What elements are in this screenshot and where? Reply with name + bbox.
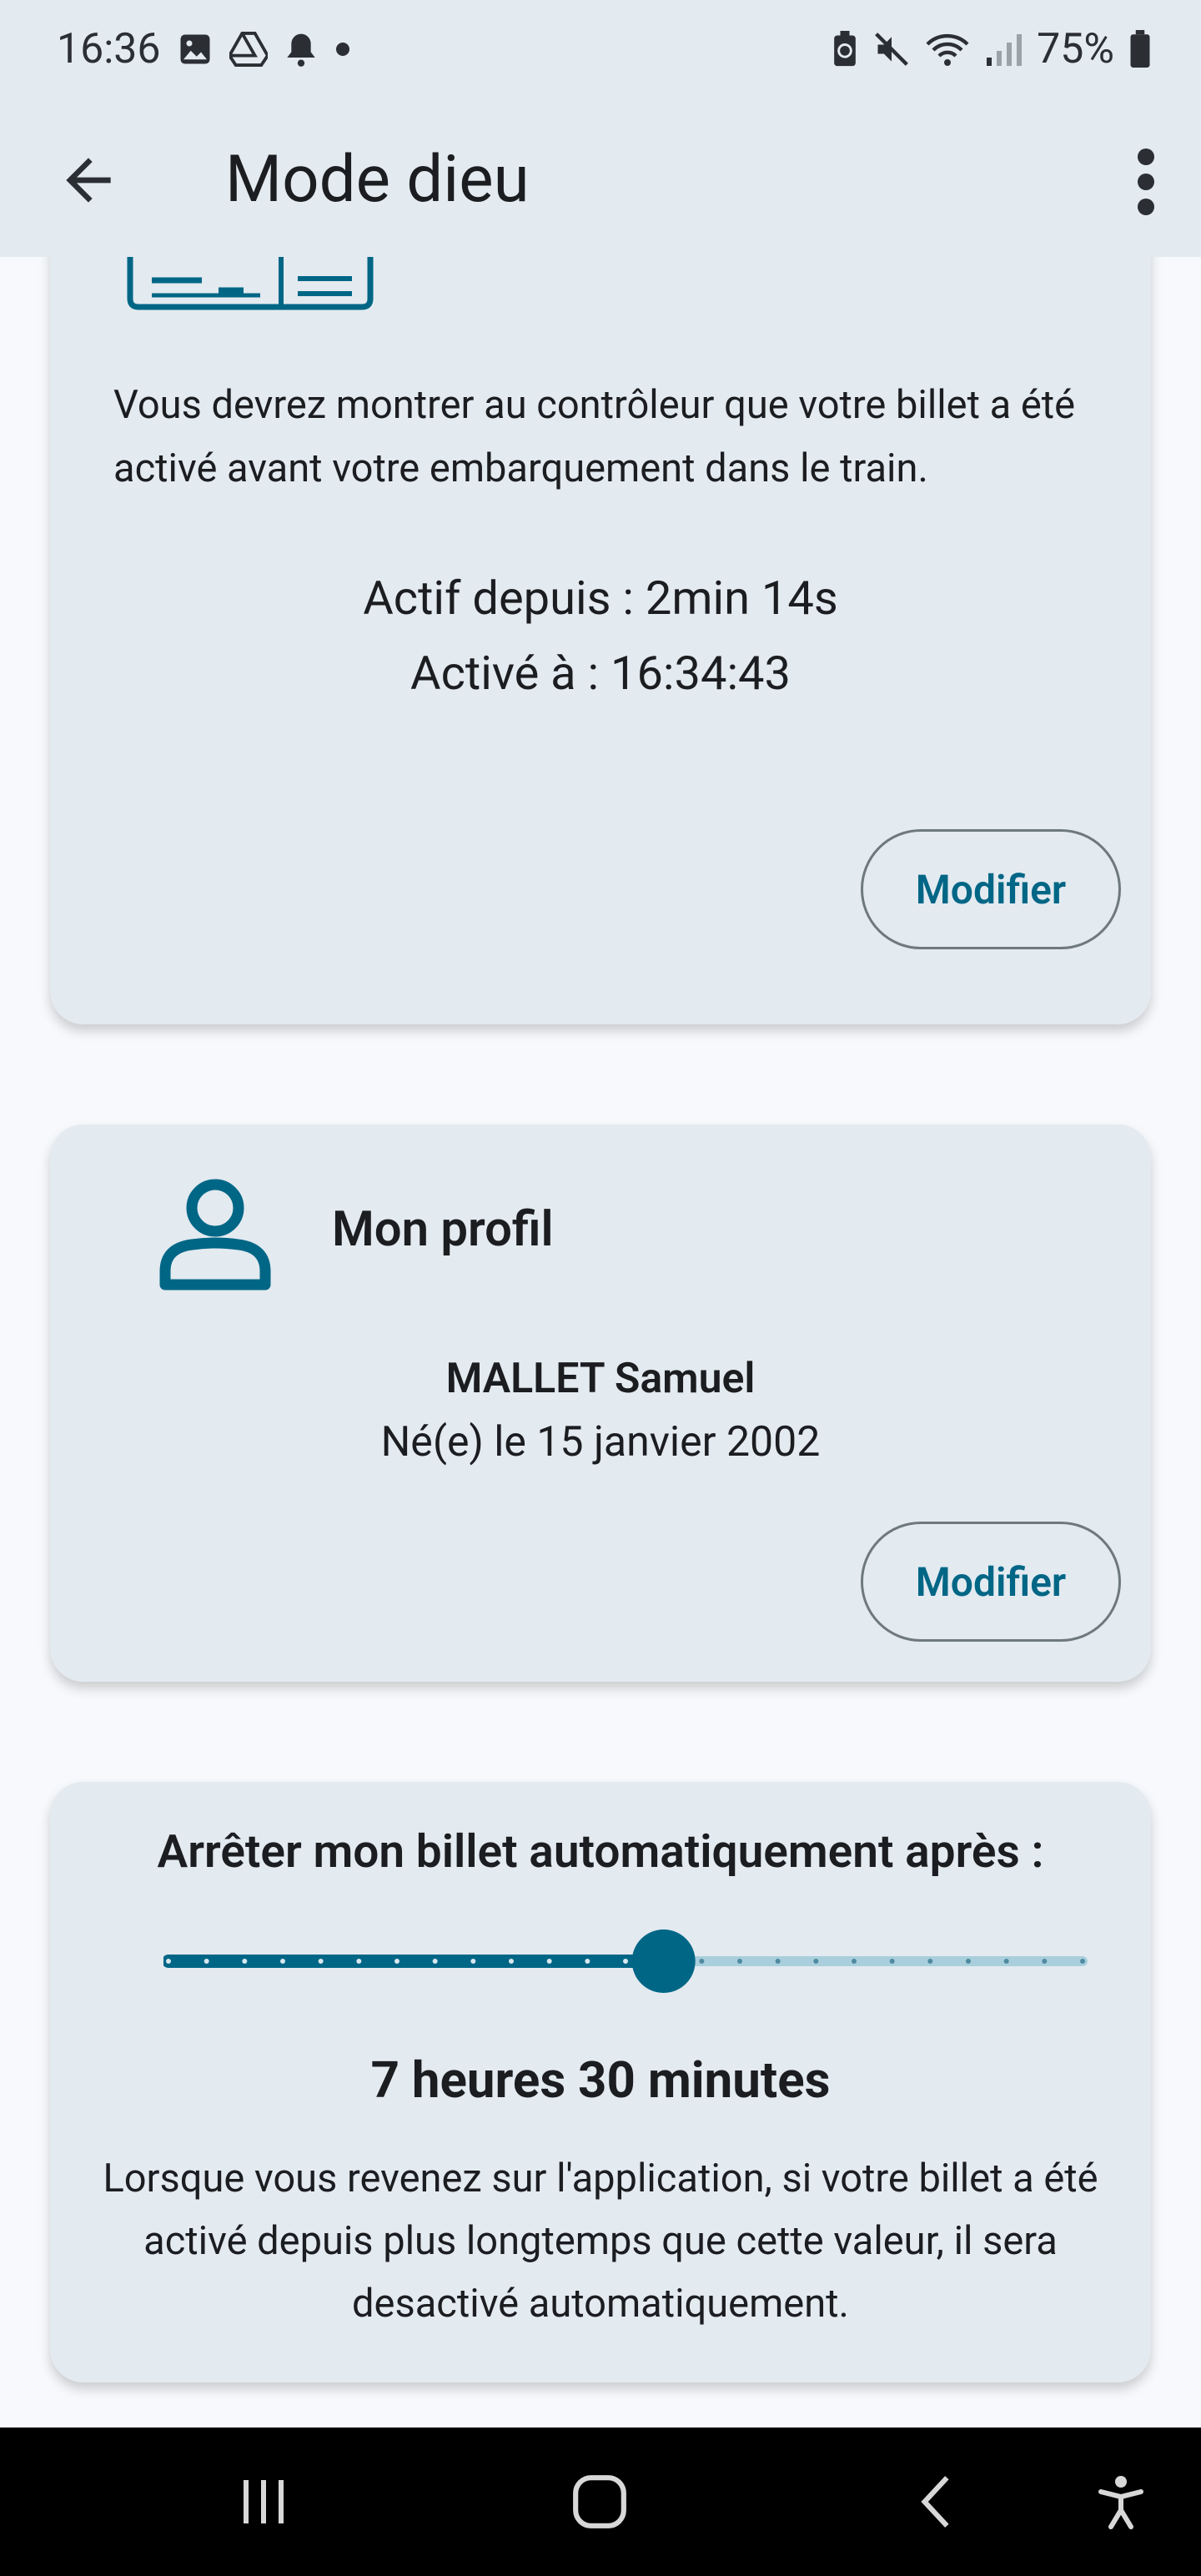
mute-icon xyxy=(873,31,910,68)
slider-tick xyxy=(775,1959,781,1964)
profile-name: MALLET Samuel xyxy=(445,1355,756,1403)
slider-tick xyxy=(166,1959,171,1964)
ticket-icon xyxy=(127,257,374,310)
slider-tick xyxy=(585,1959,590,1964)
slider-tick xyxy=(852,1959,857,1964)
profile-birthdate: Né(e) le 15 janvier 2002 xyxy=(380,1418,821,1467)
more-options-button[interactable] xyxy=(1121,140,1171,224)
ticket-info-text: Vous devrez montrer au contrôleur que vo… xyxy=(113,382,1076,491)
auto-stop-card: Arrêter mon billet automatiquement après… xyxy=(50,1782,1151,2382)
slider-tick xyxy=(509,1959,514,1964)
home-button[interactable] xyxy=(570,2473,629,2534)
duration-value: 7 heures 30 minutes xyxy=(370,2050,831,2110)
battery-percent: 75% xyxy=(1037,25,1114,73)
profile-title: Mon profil xyxy=(332,1201,554,1258)
slider-tick xyxy=(737,1959,742,1964)
nav-back-button[interactable] xyxy=(916,2473,957,2534)
status-right: 75% xyxy=(832,25,1151,73)
auto-stop-title: Arrêter mon billet automatiquement après… xyxy=(157,1825,1044,1879)
battery-saver-icon xyxy=(832,31,858,68)
slider-tick xyxy=(1080,1959,1085,1964)
slider-tick xyxy=(432,1959,438,1964)
status-bar: 16:36 75% xyxy=(0,0,1201,105)
ticket-card: Vous devrez montrer au contrôleur que vo… xyxy=(50,257,1151,1024)
accessibility-icon xyxy=(1098,2476,1143,2529)
clock: 16:36 xyxy=(57,25,161,73)
back-icon xyxy=(921,2476,949,2528)
slider-tick xyxy=(699,1959,705,1964)
top-app-bar: Mode dieu xyxy=(0,105,1201,257)
slider-tick xyxy=(623,1959,628,1964)
slider-tick xyxy=(318,1959,324,1964)
back-button[interactable] xyxy=(55,147,122,214)
wifi-icon xyxy=(925,31,970,68)
signal-icon xyxy=(985,31,1023,68)
slider-tick xyxy=(1042,1959,1048,1964)
system-nav-bar xyxy=(0,2428,1201,2576)
auto-stop-description: Lorsque vous revenez sur l'application, … xyxy=(103,2156,1098,2327)
status-left: 16:36 xyxy=(57,25,351,73)
slider-tick xyxy=(546,1959,552,1964)
arrow-back-icon xyxy=(66,158,111,203)
modify-ticket-button[interactable]: Modifier xyxy=(861,829,1121,949)
slider-tick xyxy=(356,1959,362,1964)
active-since: Actif depuis : 2min 14s xyxy=(363,571,838,626)
slider-tick xyxy=(927,1959,933,1964)
slider-tick xyxy=(394,1959,399,1964)
slider-tick xyxy=(966,1959,971,1964)
duration-slider[interactable] xyxy=(163,1924,1088,1999)
recents-button[interactable] xyxy=(239,2473,289,2534)
profile-card: Mon profil MALLET Samuel Né(e) le 15 jan… xyxy=(50,1124,1151,1682)
person-icon xyxy=(159,1179,271,1291)
modify-profile-button[interactable]: Modifier xyxy=(861,1522,1121,1642)
dot-icon xyxy=(334,41,351,58)
slider-tick xyxy=(813,1959,819,1964)
slider-tick xyxy=(889,1959,895,1964)
battery-icon xyxy=(1129,30,1151,68)
scroll-content[interactable]: Vous devrez montrer au contrôleur que vo… xyxy=(0,257,1201,2428)
accessibility-button[interactable] xyxy=(1098,2473,1144,2534)
slider-thumb[interactable] xyxy=(631,1929,696,1993)
slider-tick xyxy=(204,1959,209,1964)
more-vert-icon xyxy=(1138,148,1154,215)
slider-tick xyxy=(470,1959,476,1964)
drive-icon xyxy=(229,32,268,67)
page-title: Mode dieu xyxy=(225,142,530,218)
recents-icon xyxy=(244,2480,284,2523)
image-icon xyxy=(178,32,213,67)
slider-tick xyxy=(1003,1959,1009,1964)
bell-icon xyxy=(284,31,318,68)
slider-tick xyxy=(280,1959,285,1964)
home-icon xyxy=(573,2475,626,2528)
activated-at: Activé à : 16:34:43 xyxy=(410,646,791,701)
slider-tick xyxy=(242,1959,248,1964)
